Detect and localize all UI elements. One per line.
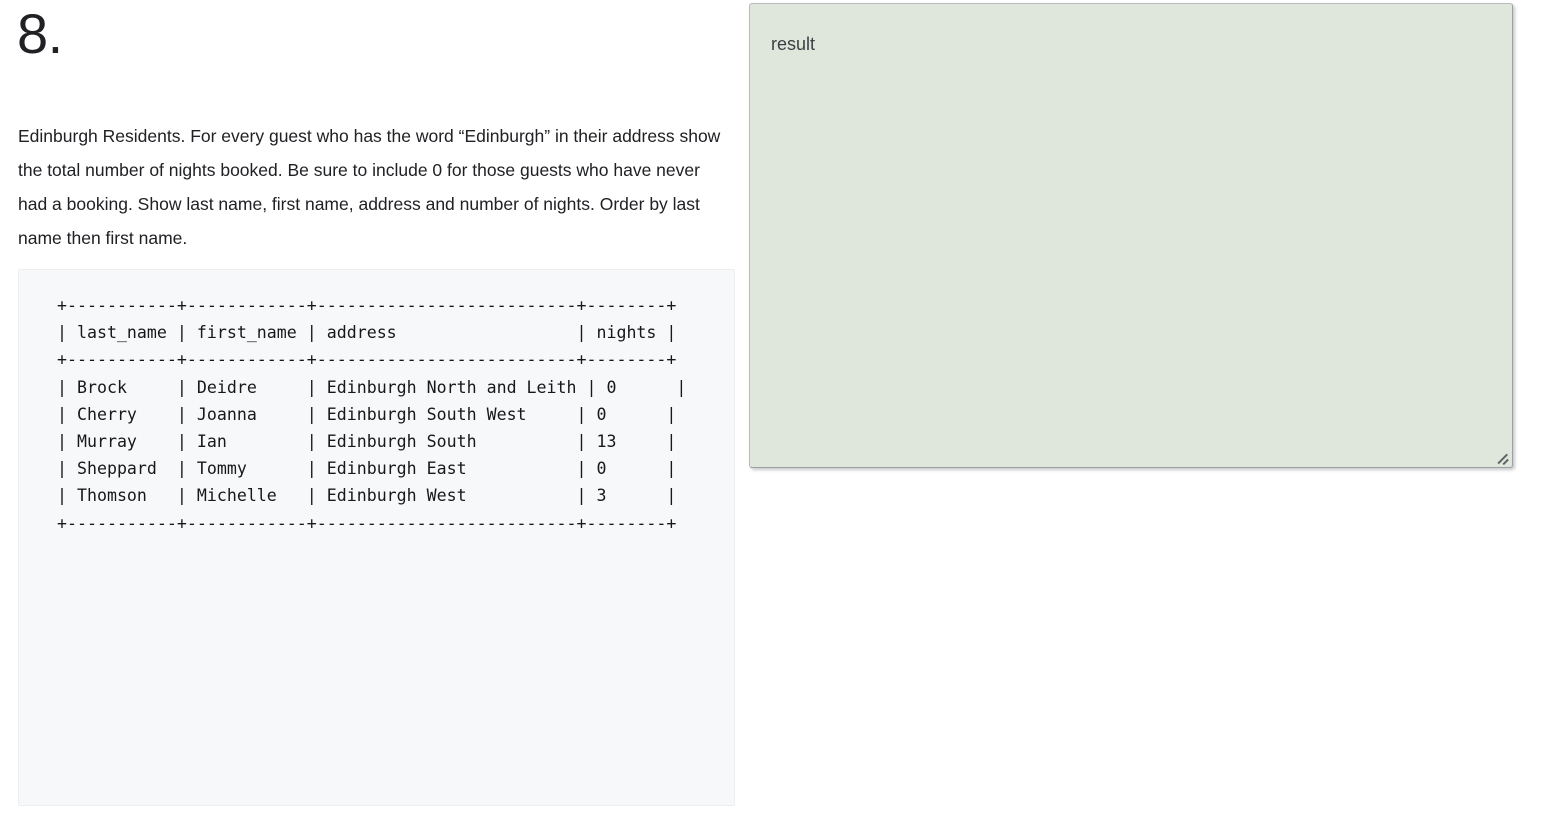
result-input[interactable] (749, 3, 1513, 468)
question-prompt: Edinburgh Residents. For every guest who… (18, 126, 721, 248)
question-column: 8. Edinburgh Residents. For every guest … (0, 0, 736, 816)
answer-panel (749, 3, 1513, 468)
expected-output-table: +-----------+------------+--------------… (57, 296, 687, 533)
expected-output-block: +-----------+------------+--------------… (18, 269, 735, 806)
question-number: 8. (17, 2, 63, 65)
